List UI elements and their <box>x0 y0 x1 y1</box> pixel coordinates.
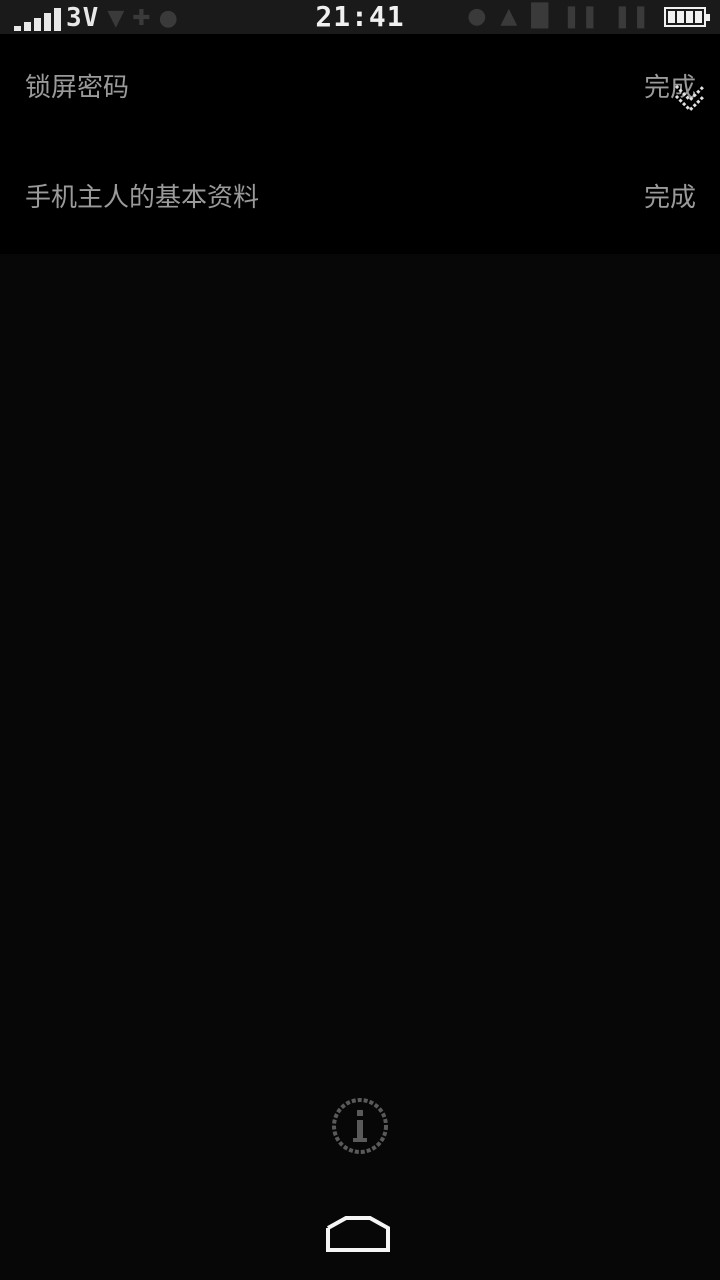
sim-icon: ❚❚ <box>562 4 600 29</box>
item-label: 锁屏密码 <box>25 73 130 103</box>
status-bar: 3V ▼ ✚ ● 21:41 ● ▲ █ ❚❚ ❚❚ <box>0 0 720 34</box>
list-item-lock-password[interactable]: 锁屏密码 完成 <box>0 34 720 144</box>
info-icon[interactable] <box>330 1096 390 1156</box>
screen: 3V ▼ ✚ ● 21:41 ● ▲ █ ❚❚ ❚❚ 锁屏密码 完成 手机主人的… <box>0 0 720 1280</box>
battery-icon <box>664 7 710 27</box>
chevron-double-down-icon[interactable] <box>672 80 708 116</box>
alarm-icon: ▲ <box>500 4 518 29</box>
item-status: 完成 <box>643 183 696 213</box>
status-right: ● ▲ █ ❚❚ ❚❚ <box>453 4 710 29</box>
list-item-owner-info[interactable]: 手机主人的基本资料 完成 <box>0 144 720 254</box>
wifi-icon: █ <box>531 4 549 29</box>
sim2-icon: ❚❚ <box>613 4 650 29</box>
item-label: 手机主人的基本资料 <box>25 183 260 213</box>
settings-list: 锁屏密码 完成 手机主人的基本资料 完成 <box>0 34 720 254</box>
home-icon[interactable] <box>326 1214 390 1252</box>
location-icon: ● <box>467 4 487 29</box>
